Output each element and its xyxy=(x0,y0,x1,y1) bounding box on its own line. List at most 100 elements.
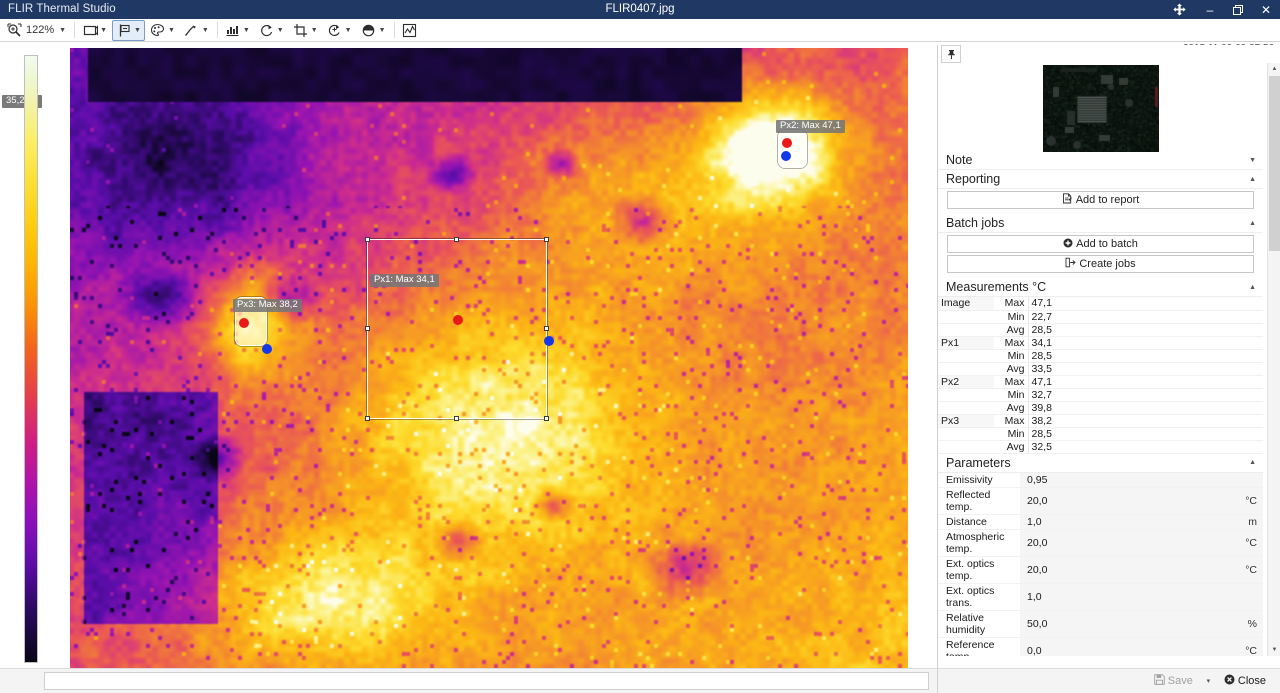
resize-handle[interactable] xyxy=(454,416,459,421)
parameter-value[interactable]: 50,0 xyxy=(1020,610,1237,637)
table-row[interactable]: Px2Max47,1 xyxy=(938,375,1263,388)
parameter-value[interactable]: 1,0 xyxy=(1020,514,1237,529)
table-row[interactable]: Distance1,0m xyxy=(938,514,1263,529)
section-note[interactable]: Note ▼ xyxy=(938,151,1263,170)
color-palette-bar[interactable] xyxy=(24,55,38,663)
image-mode-tool-button[interactable]: ▼ xyxy=(78,20,111,41)
chevron-down-icon[interactable]: ▼ xyxy=(243,27,250,34)
save-dropdown-button[interactable]: ▾ xyxy=(1201,672,1216,691)
chevron-down-icon[interactable]: ▼ xyxy=(134,27,141,34)
pushpin-icon[interactable] xyxy=(941,45,961,63)
parameter-value[interactable]: 20,0 xyxy=(1020,487,1237,514)
table-row[interactable]: Reference temp.0,0°C xyxy=(938,637,1263,656)
palette-tool-button[interactable]: ▼ xyxy=(146,20,179,41)
measurement-box-px1[interactable] xyxy=(367,239,547,419)
fusion-tool-button[interactable]: ▼ xyxy=(323,20,356,41)
section-reporting[interactable]: Reporting ▲ xyxy=(938,170,1263,189)
min-marker-px2[interactable] xyxy=(781,151,791,161)
drawing-tool-button[interactable]: ▼ xyxy=(180,20,213,41)
chevron-up-icon[interactable]: ▲ xyxy=(1246,220,1259,227)
parameter-value[interactable]: 0,95 xyxy=(1020,473,1237,488)
add-to-batch-button[interactable]: Add to batch xyxy=(947,235,1254,253)
chevron-down-icon[interactable]: ▼ xyxy=(1246,157,1259,164)
table-row[interactable]: ImageMax47,1 xyxy=(938,297,1263,310)
section-batch-jobs[interactable]: Batch jobs ▲ xyxy=(938,214,1263,233)
move-diamond-icon[interactable] xyxy=(1162,0,1196,19)
scroll-down-arrow-icon[interactable]: ▼ xyxy=(1269,644,1280,656)
chevron-down-icon[interactable]: ▼ xyxy=(345,27,352,34)
image-viewport[interactable]: Px1: Max 34,1 Px2: Max 47,1 Px3: Max 38,… xyxy=(42,45,937,673)
table-row[interactable]: Emissivity0,95 xyxy=(938,473,1263,488)
chevron-up-icon[interactable]: ▲ xyxy=(1246,176,1259,183)
parameter-value[interactable]: 0,0 xyxy=(1020,637,1237,656)
table-row[interactable]: Reflected temp.20,0°C xyxy=(938,487,1263,514)
panel-scrollbar[interactable]: ▲ ▼ xyxy=(1267,63,1280,656)
parameter-value[interactable]: 20,0 xyxy=(1020,556,1237,583)
measurement-region-px2[interactable] xyxy=(778,130,807,168)
focus-tool-button[interactable]: ▼ xyxy=(357,20,390,41)
scroll-up-arrow-icon[interactable]: ▲ xyxy=(1269,63,1280,75)
max-marker-px1[interactable] xyxy=(453,315,463,325)
chevron-down-icon[interactable]: ▼ xyxy=(100,27,107,34)
add-to-report-button[interactable]: Add to report xyxy=(947,191,1254,209)
resize-handle[interactable] xyxy=(365,326,370,331)
close-button[interactable]: ✕ xyxy=(1252,0,1280,19)
status-text-field[interactable] xyxy=(44,672,929,690)
chevron-up-icon[interactable]: ▲ xyxy=(1246,284,1259,291)
zoom-tool-button[interactable]: 122% ▼ xyxy=(2,20,70,41)
create-jobs-label: Create jobs xyxy=(1079,258,1135,270)
crop-tool-button[interactable]: ▼ xyxy=(289,20,322,41)
table-row[interactable]: Avg32,5 xyxy=(938,440,1263,453)
minimize-button[interactable]: – xyxy=(1196,0,1224,19)
table-row[interactable]: Avg28,5 xyxy=(938,323,1263,336)
max-marker-px2[interactable] xyxy=(782,138,792,148)
measurement-value: 28,5 xyxy=(1028,349,1263,362)
rotate-tool-button[interactable]: ▼ xyxy=(255,20,288,41)
min-marker-px3[interactable] xyxy=(262,344,272,354)
table-row[interactable]: Px1Max34,1 xyxy=(938,336,1263,349)
table-row[interactable]: Ext. optics trans.1,0 xyxy=(938,583,1263,610)
table-row[interactable]: Avg33,5 xyxy=(938,362,1263,375)
visible-light-thumbnail[interactable] xyxy=(1043,65,1159,152)
table-row[interactable]: Min28,5 xyxy=(938,349,1263,362)
table-row[interactable]: Min32,7 xyxy=(938,388,1263,401)
save-button[interactable]: Save xyxy=(1146,672,1201,691)
table-row[interactable]: Relative humidity50,0% xyxy=(938,610,1263,637)
histogram-tool-button[interactable]: ▼ xyxy=(221,20,254,41)
profile-tool-button[interactable] xyxy=(398,20,422,41)
table-row[interactable]: Px3Max38,2 xyxy=(938,414,1263,427)
parameter-value[interactable]: 20,0 xyxy=(1020,529,1237,556)
chevron-down-icon[interactable]: ▼ xyxy=(311,27,318,34)
thumbnail-container[interactable] xyxy=(938,63,1263,151)
close-button-footer[interactable]: Close xyxy=(1216,672,1274,691)
create-jobs-button[interactable]: Create jobs xyxy=(947,255,1254,273)
chevron-down-icon[interactable]: ▼ xyxy=(202,27,209,34)
max-marker-px3[interactable] xyxy=(239,318,249,328)
chevron-up-icon[interactable]: ▲ xyxy=(1246,459,1259,466)
chevron-down-icon[interactable]: ▼ xyxy=(277,27,284,34)
thermal-image[interactable]: Px1: Max 34,1 Px2: Max 47,1 Px3: Max 38,… xyxy=(70,48,908,672)
resize-handle[interactable] xyxy=(544,326,549,331)
fusion-refresh-icon xyxy=(327,22,343,38)
camera-image-icon xyxy=(82,22,98,38)
table-row[interactable]: Avg39,8 xyxy=(938,401,1263,414)
table-row[interactable]: Min28,5 xyxy=(938,427,1263,440)
chevron-down-icon[interactable]: ▼ xyxy=(168,27,175,34)
scrollbar-thumb[interactable] xyxy=(1269,76,1280,251)
parameter-value[interactable]: 1,0 xyxy=(1020,583,1237,610)
section-parameters[interactable]: Parameters ▲ xyxy=(938,454,1263,473)
measurement-tool-button[interactable]: ▼ xyxy=(112,20,145,41)
chevron-down-icon[interactable]: ▼ xyxy=(379,27,386,34)
section-measurements[interactable]: Measurements °C ▲ xyxy=(938,278,1263,297)
chevron-down-icon[interactable]: ▼ xyxy=(59,27,66,34)
resize-handle[interactable] xyxy=(365,237,370,242)
table-row[interactable]: Ext. optics temp.20,0°C xyxy=(938,556,1263,583)
min-marker-px1[interactable] xyxy=(544,336,554,346)
table-row[interactable]: Min22,7 xyxy=(938,310,1263,323)
resize-handle[interactable] xyxy=(454,237,459,242)
resize-handle[interactable] xyxy=(365,416,370,421)
table-row[interactable]: Atmospheric temp.20,0°C xyxy=(938,529,1263,556)
resize-handle[interactable] xyxy=(544,237,549,242)
maximize-button[interactable] xyxy=(1224,0,1252,19)
resize-handle[interactable] xyxy=(544,416,549,421)
